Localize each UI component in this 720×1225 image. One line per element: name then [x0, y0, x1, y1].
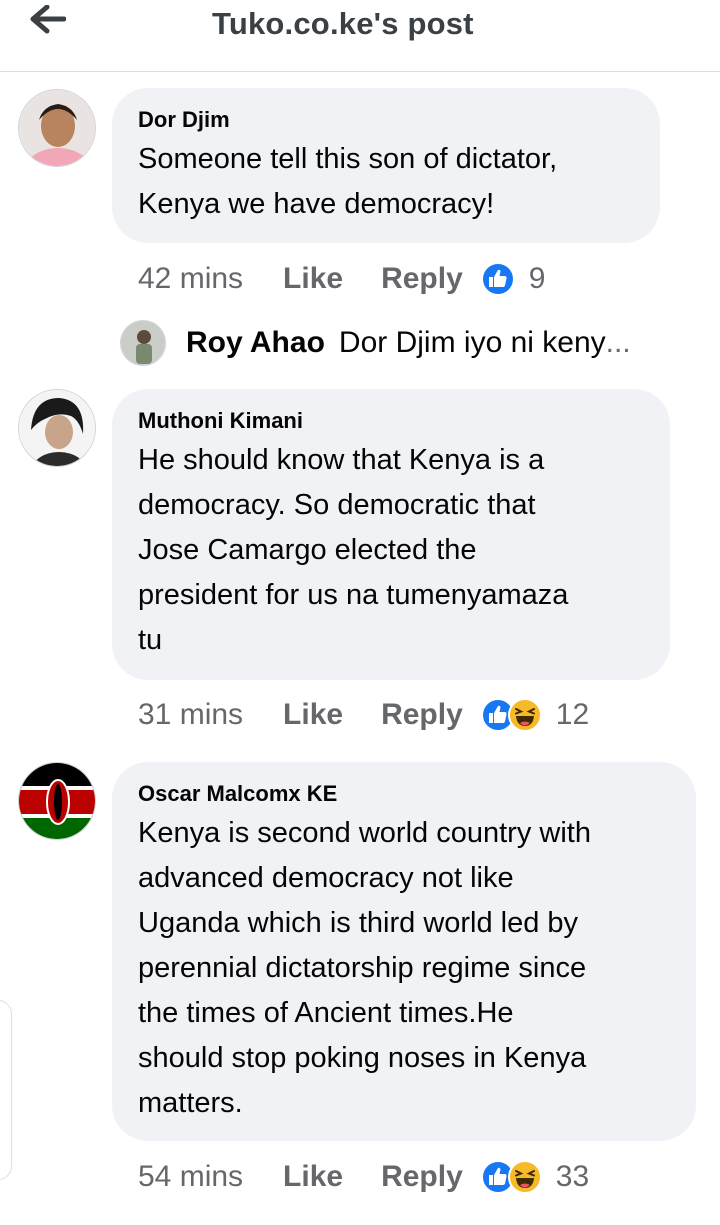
like-button[interactable]: Like	[283, 262, 343, 296]
reaction-count: 9	[528, 262, 546, 295]
reaction-count: 33	[555, 1160, 590, 1193]
reply-snippet: Dor Djim iyo ni keny	[338, 326, 606, 359]
haha-reaction-icon	[507, 698, 542, 732]
reply-button[interactable]: Reply	[381, 262, 463, 296]
reply-author: Roy Ahao	[186, 326, 325, 359]
page-title: Tuko.co.ke's post	[212, 6, 474, 41]
like-reaction-icon	[480, 262, 515, 296]
avatar-roy-ahao	[120, 320, 166, 366]
comment-author[interactable]: Oscar Malcomx KE	[138, 780, 670, 808]
comment-text: Someone tell this son of dictator, Kenya…	[138, 143, 558, 220]
reply-button[interactable]: Reply	[381, 1160, 463, 1194]
avatar-muthoni-kimani[interactable]	[18, 389, 96, 467]
avatar-dor-djim[interactable]	[18, 89, 96, 167]
comment-actions: 54 mins Like Reply 33	[138, 1157, 589, 1197]
reply-ellipsis: ...	[605, 326, 631, 359]
comment-bubble: Dor Djim Someone tell this son of dictat…	[112, 88, 660, 243]
avatar-oscar-malcomx[interactable]	[18, 762, 96, 840]
comment-time[interactable]: 31 mins	[138, 698, 243, 732]
reaction-count: 12	[555, 698, 590, 731]
like-button[interactable]: Like	[283, 698, 343, 732]
reactions-summary[interactable]: 33	[480, 1160, 590, 1194]
comment-author[interactable]: Dor Djim	[138, 106, 634, 134]
reply-button[interactable]: Reply	[381, 698, 463, 732]
comment-author[interactable]: Muthoni Kimani	[138, 407, 644, 435]
haha-reaction-icon	[507, 1160, 542, 1194]
floating-panel-edge[interactable]	[0, 1000, 12, 1180]
post-header: Tuko.co.ke's post	[0, 0, 720, 72]
comment-actions: 31 mins Like Reply 12	[138, 695, 589, 735]
comment-bubble: Muthoni Kimani He should know that Kenya…	[112, 389, 670, 680]
comment-actions: 42 mins Like Reply 9	[138, 259, 545, 299]
like-button[interactable]: Like	[283, 1160, 343, 1194]
comment-text: Kenya is second world country with advan…	[138, 817, 591, 1119]
reactions-summary[interactable]: 9	[480, 262, 546, 296]
comment-text: He should know that Kenya is a democracy…	[138, 444, 569, 656]
kenya-flag-avatar	[19, 763, 95, 839]
reply-preview[interactable]: Roy Ahao Dor Djim iyo ni keny...	[120, 318, 631, 368]
arrow-left-icon	[30, 5, 66, 34]
comment-time[interactable]: 42 mins	[138, 262, 243, 296]
back-button[interactable]	[24, 0, 72, 40]
comment-time[interactable]: 54 mins	[138, 1160, 243, 1194]
reactions-summary[interactable]: 12	[480, 698, 590, 732]
comment-bubble: Oscar Malcomx KE Kenya is second world c…	[112, 762, 696, 1141]
